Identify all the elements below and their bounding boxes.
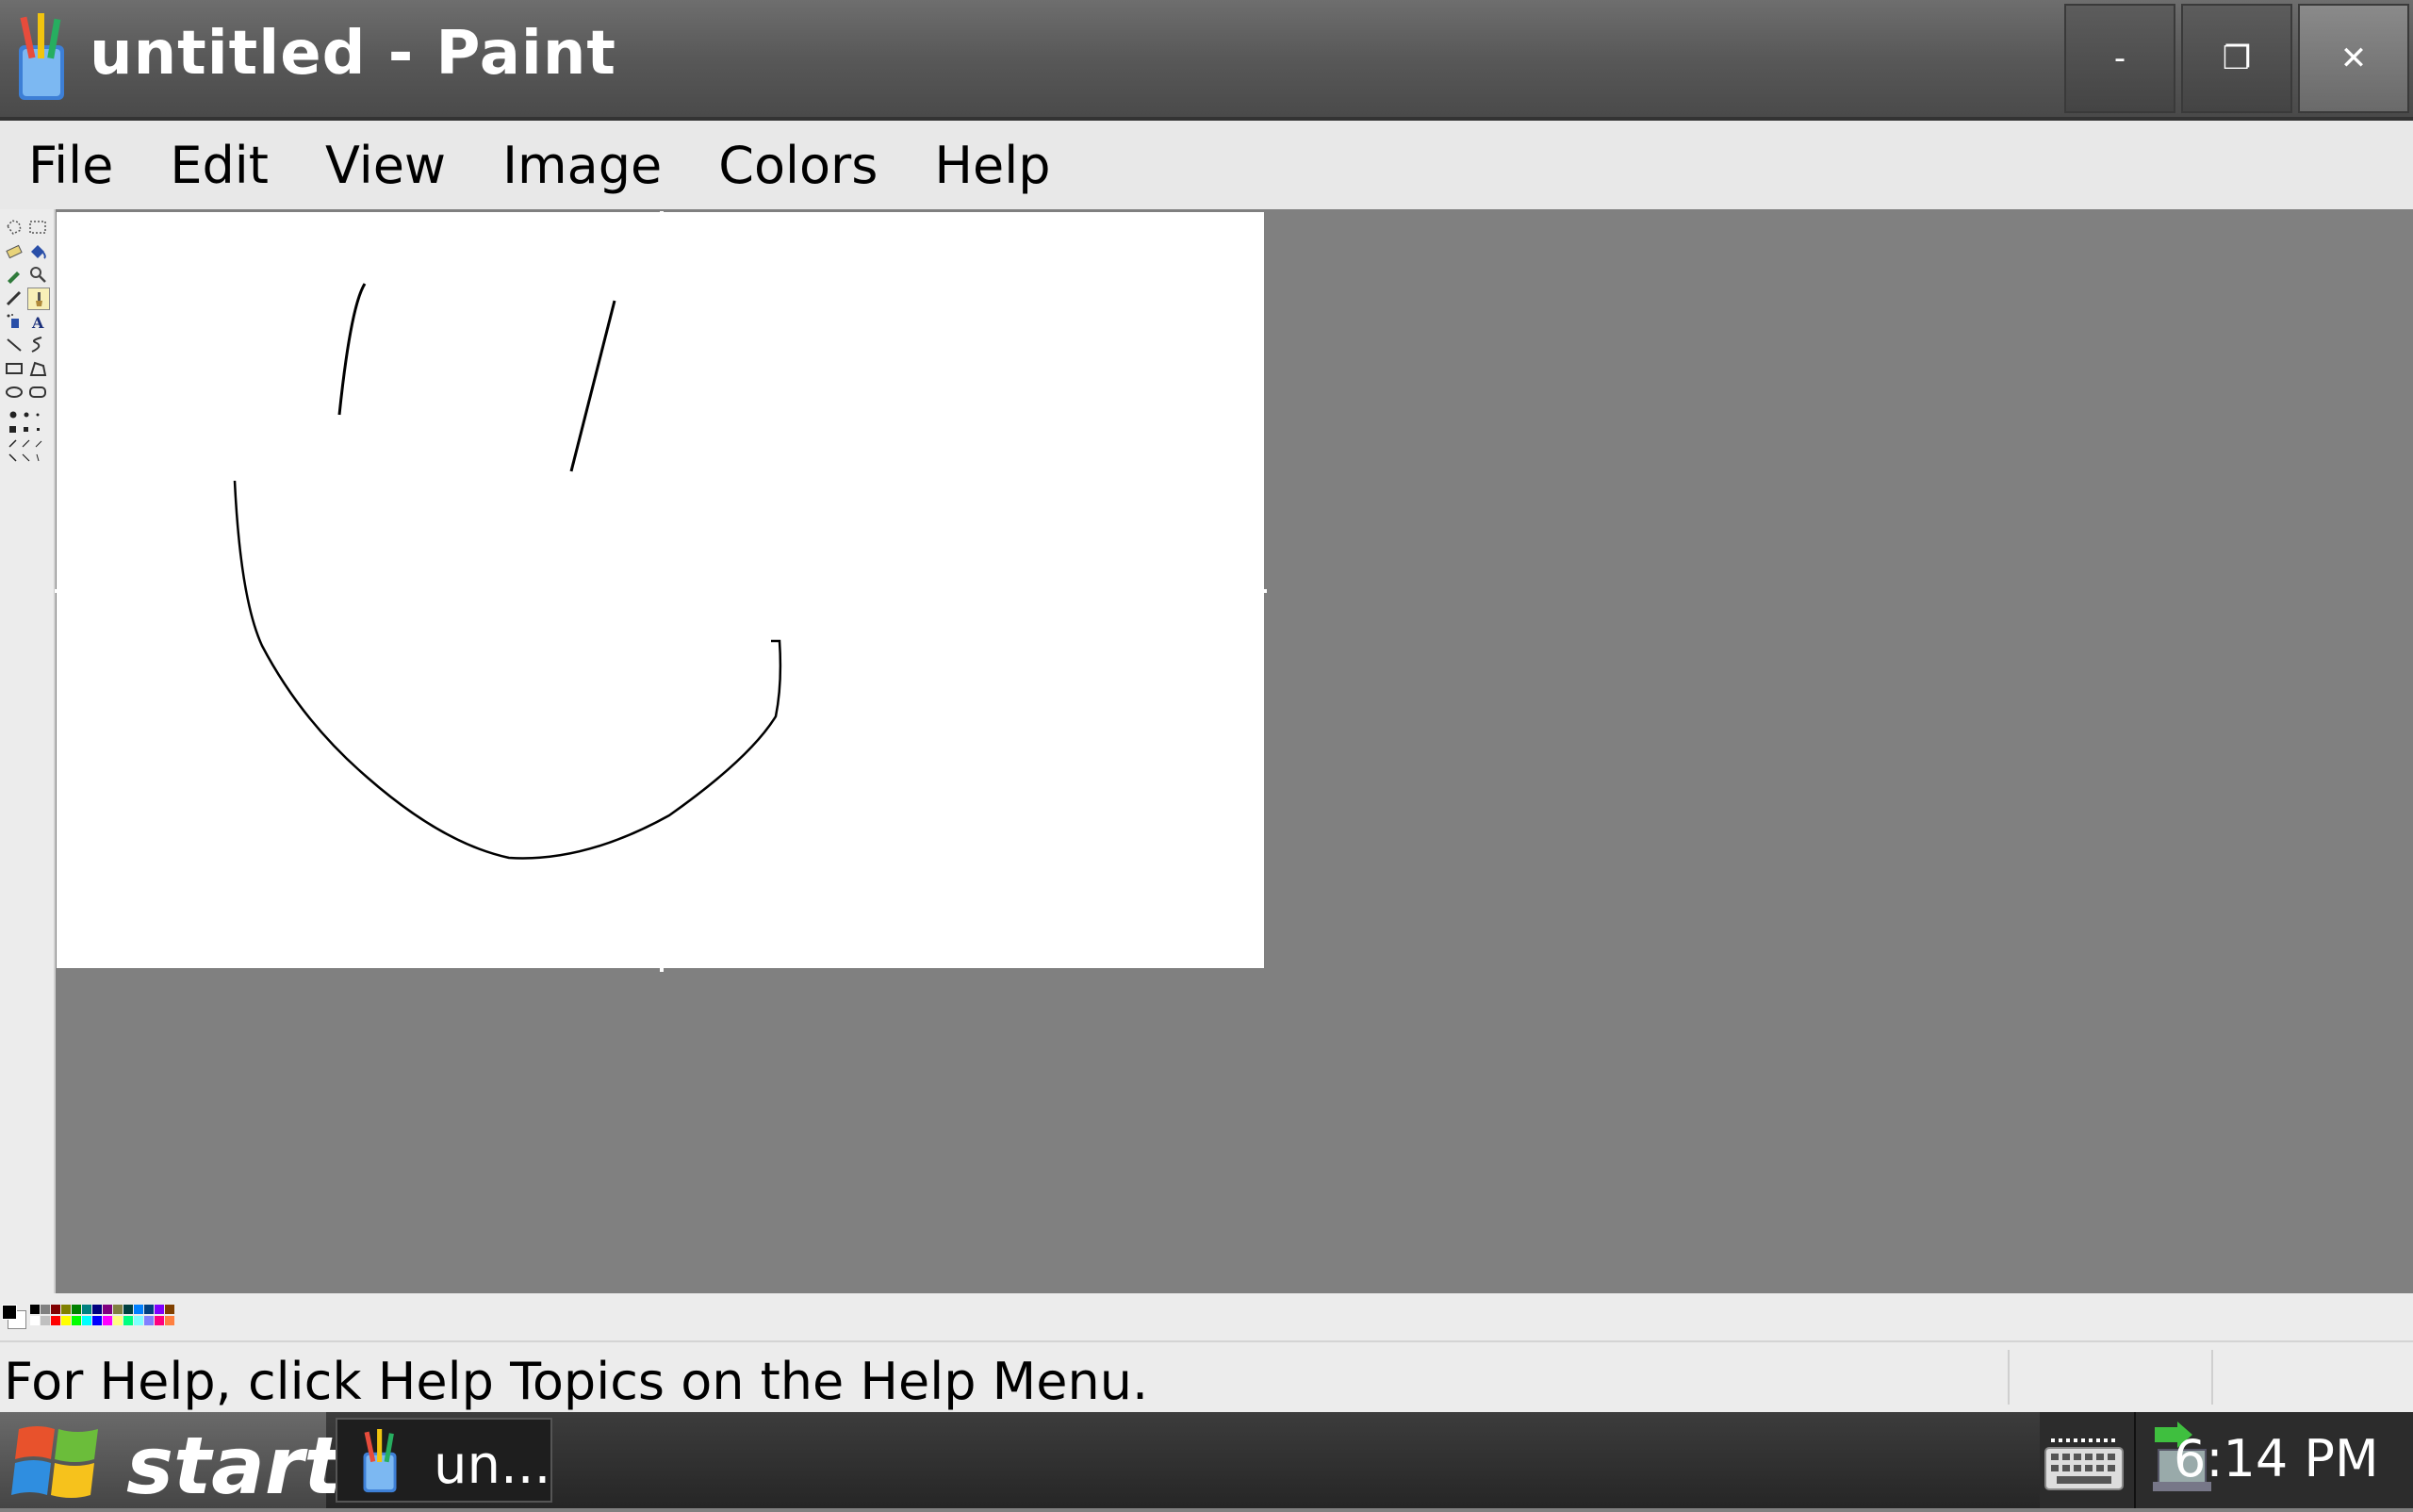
color-swatch[interactable] — [165, 1316, 174, 1325]
eraser-icon[interactable] — [4, 240, 25, 261]
rect-select-icon[interactable] — [27, 217, 48, 238]
toolbox: A — [0, 209, 56, 1293]
polygon-icon[interactable] — [27, 358, 48, 379]
status-bar: For Help, click Help Topics on the Help … — [0, 1340, 2413, 1414]
foreground-color[interactable] — [2, 1305, 17, 1320]
resize-handle[interactable] — [1263, 589, 1267, 593]
fill-icon[interactable] — [27, 240, 48, 261]
color-swatch[interactable] — [41, 1305, 50, 1314]
color-swatch[interactable] — [51, 1316, 60, 1325]
paint-brush-cup-icon — [363, 1429, 397, 1493]
close-button[interactable]: ✕ — [2298, 4, 2409, 113]
menu-help[interactable]: Help — [906, 121, 1078, 209]
ellipse-icon[interactable] — [4, 382, 25, 403]
color-swatch[interactable] — [30, 1316, 40, 1325]
minimize-button[interactable]: - — [2064, 4, 2175, 113]
menu-file[interactable]: File — [0, 121, 141, 209]
color-swatch[interactable] — [103, 1316, 112, 1325]
brush-icon[interactable] — [27, 288, 50, 310]
color-swatch[interactable] — [51, 1305, 60, 1314]
color-swatch[interactable] — [155, 1316, 164, 1325]
paint-brush-cup-icon — [19, 13, 64, 100]
status-divider — [2211, 1350, 2213, 1405]
drawing-canvas[interactable] — [57, 212, 1264, 968]
color-swatch[interactable] — [155, 1305, 164, 1314]
keyboard-icon[interactable] — [2042, 1427, 2126, 1493]
curve-icon[interactable] — [27, 335, 48, 355]
brush-size-options[interactable] — [6, 407, 47, 464]
color-swatch[interactable] — [144, 1305, 154, 1314]
current-colors[interactable] — [2, 1305, 26, 1329]
color-swatch[interactable] — [92, 1305, 102, 1314]
color-swatch[interactable] — [61, 1305, 71, 1314]
svg-text:A: A — [31, 314, 44, 332]
status-help-text: For Help, click Help Topics on the Help … — [4, 1352, 1149, 1411]
free-select-icon[interactable] — [4, 217, 25, 238]
start-label: start — [126, 1420, 342, 1512]
taskbar-clock[interactable]: 6:14 PM — [2174, 1429, 2379, 1488]
menu-image[interactable]: Image — [474, 121, 690, 209]
color-swatch[interactable] — [123, 1305, 133, 1314]
color-swatch[interactable] — [92, 1316, 102, 1325]
color-palette — [0, 1293, 2413, 1340]
color-swatch[interactable] — [134, 1305, 143, 1314]
color-swatch[interactable] — [30, 1305, 40, 1314]
color-swatch[interactable] — [165, 1305, 174, 1314]
restore-button[interactable]: ❐ — [2181, 4, 2292, 113]
color-swatch[interactable] — [72, 1316, 81, 1325]
color-swatch[interactable] — [82, 1316, 91, 1325]
menu-view[interactable]: View — [297, 121, 474, 209]
menu-edit[interactable]: Edit — [141, 121, 297, 209]
color-swatch[interactable] — [113, 1305, 123, 1314]
taskbar: start un... 6:14 PM — [0, 1412, 2413, 1512]
canvas-drawing — [233, 283, 782, 860]
rounded-rect-icon[interactable] — [27, 382, 48, 403]
start-button[interactable]: start — [0, 1412, 341, 1512]
rectangle-icon[interactable] — [4, 358, 25, 379]
color-picker-icon[interactable] — [4, 264, 25, 285]
resize-handle[interactable] — [660, 211, 664, 215]
menu-colors[interactable]: Colors — [690, 121, 906, 209]
color-swatch[interactable] — [82, 1305, 91, 1314]
menu-bar: File Edit View Image Colors Help — [0, 121, 2413, 209]
color-swatch[interactable] — [41, 1316, 50, 1325]
line-icon[interactable] — [4, 335, 25, 355]
status-divider — [2008, 1350, 2010, 1405]
color-swatch[interactable] — [123, 1316, 133, 1325]
magnifier-icon[interactable] — [27, 264, 48, 285]
taskbar-item-label: un... — [434, 1435, 551, 1496]
color-swatch[interactable] — [103, 1305, 112, 1314]
title-bar[interactable]: untitled - Paint - ❐ ✕ — [0, 0, 2413, 121]
window-title: untitled - Paint — [90, 19, 616, 89]
resize-handle[interactable] — [660, 968, 664, 972]
color-swatch[interactable] — [61, 1316, 71, 1325]
windows-logo-icon — [11, 1426, 98, 1498]
airbrush-icon[interactable] — [4, 311, 25, 332]
color-swatch[interactable] — [113, 1316, 123, 1325]
pencil-icon[interactable] — [4, 288, 25, 308]
text-icon[interactable]: A — [27, 311, 48, 332]
taskbar-item-paint[interactable]: un... — [336, 1418, 552, 1503]
color-swatch[interactable] — [134, 1316, 143, 1325]
tray-divider — [2134, 1412, 2136, 1508]
color-swatch[interactable] — [144, 1316, 154, 1325]
color-swatch[interactable] — [72, 1305, 81, 1314]
resize-handle[interactable] — [55, 589, 58, 593]
